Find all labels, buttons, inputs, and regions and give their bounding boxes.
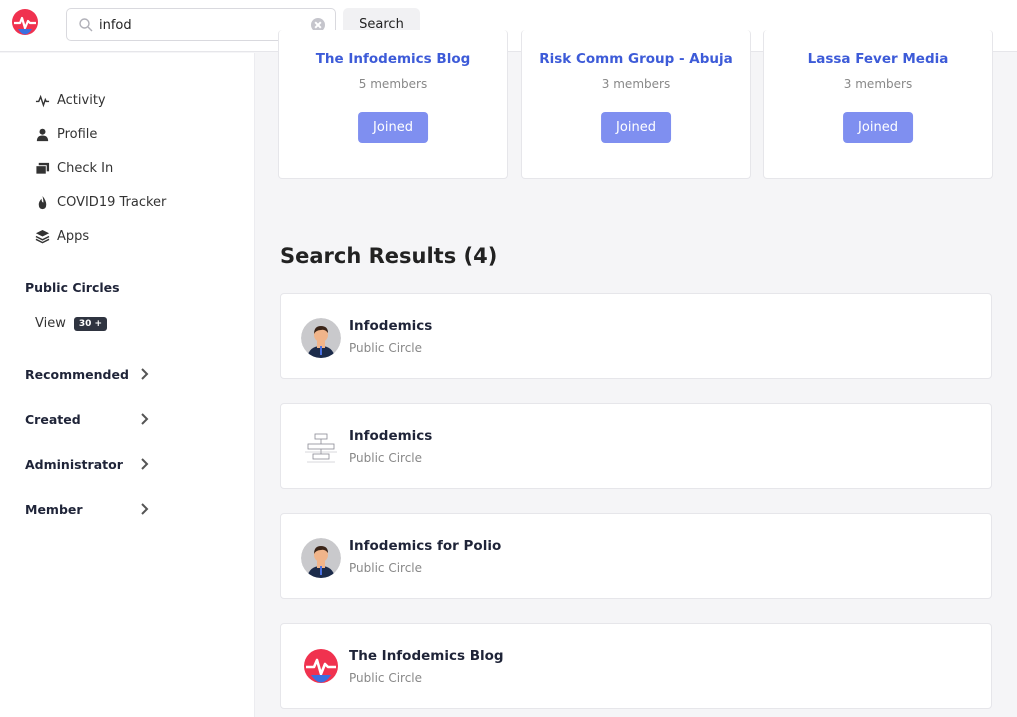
logo-avatar <box>304 649 338 683</box>
chevron-right-icon <box>141 503 149 515</box>
result-name[interactable]: Infodemics <box>349 318 432 334</box>
result-item[interactable]: Infodemics Public Circle <box>280 293 992 379</box>
sidebar-item-activity[interactable]: Activity <box>35 90 106 110</box>
sidebar-item-label: Profile <box>57 126 98 142</box>
section-label: Recommended <box>25 366 129 382</box>
sidebar-item-covid19-tracker[interactable]: COVID19 Tracker <box>35 192 166 212</box>
sidebar-item-label: Check In <box>57 160 114 176</box>
sidebar-item-profile[interactable]: Profile <box>35 124 97 144</box>
search-icon <box>79 18 93 32</box>
joined-button[interactable]: Joined <box>601 112 671 143</box>
sidebar-item-check-in[interactable]: Check In <box>35 158 113 178</box>
result-name[interactable]: Infodemics <box>349 428 432 444</box>
result-item[interactable]: The Infodemics Blog Public Circle <box>280 623 992 709</box>
sidebar-item-label: Activity <box>57 92 106 108</box>
search-results-title: Search Results (4) <box>280 244 498 268</box>
sidebar-item-label: COVID19 Tracker <box>57 194 167 210</box>
layers-icon <box>35 229 50 243</box>
result-name[interactable]: The Infodemics Blog <box>349 648 504 664</box>
result-item[interactable]: Infodemics for Polio Public Circle <box>280 513 992 599</box>
diagram-avatar <box>301 428 341 468</box>
joined-circle-card[interactable]: The Infodemics Blog 5 members Joined <box>278 30 508 179</box>
sidebar: Activity Profile Check In COVID19 Tracke… <box>0 53 255 717</box>
count-badge: 30 + <box>73 316 108 331</box>
section-created[interactable]: Created <box>25 409 150 429</box>
section-administrator[interactable]: Administrator <box>25 454 150 474</box>
result-type: Public Circle <box>349 341 423 355</box>
joined-button[interactable]: Joined <box>358 112 428 143</box>
public-circles-view[interactable]: View 30 + <box>35 316 108 331</box>
section-member[interactable]: Member <box>25 499 150 519</box>
section-label: Administrator <box>25 456 123 472</box>
activity-icon <box>35 94 50 107</box>
section-label: Member <box>25 501 83 517</box>
circle-title[interactable]: Lassa Fever Media <box>764 51 992 67</box>
sidebar-item-label: Apps <box>57 228 90 244</box>
joined-circle-card[interactable]: Risk Comm Group - Abuja 3 members Joined <box>521 30 751 179</box>
person-avatar <box>301 318 341 358</box>
result-type: Public Circle <box>349 671 423 685</box>
chevron-right-icon <box>141 458 149 470</box>
member-count: 3 members <box>601 77 671 91</box>
result-type: Public Circle <box>349 561 423 575</box>
member-count: 3 members <box>843 77 913 91</box>
joined-button[interactable]: Joined <box>843 112 913 143</box>
section-recommended[interactable]: Recommended <box>25 364 150 384</box>
public-circles-title: Public Circles <box>25 280 120 295</box>
member-count: 5 members <box>358 77 428 91</box>
result-name[interactable]: Infodemics for Polio <box>349 538 501 554</box>
circle-title[interactable]: The Infodemics Blog <box>279 51 507 67</box>
search-input[interactable] <box>99 15 299 35</box>
chevron-right-icon <box>141 368 149 380</box>
profile-icon <box>36 128 49 141</box>
sidebar-item-apps[interactable]: Apps <box>35 226 89 246</box>
circle-title[interactable]: Risk Comm Group - Abuja <box>522 51 750 67</box>
result-item[interactable]: Infodemics Public Circle <box>280 403 992 489</box>
chevron-right-icon <box>141 413 149 425</box>
person-avatar <box>301 538 341 578</box>
app-logo[interactable] <box>10 9 40 39</box>
flame-icon <box>38 195 47 209</box>
check-in-icon <box>35 162 50 175</box>
joined-circle-card[interactable]: Lassa Fever Media 3 members Joined <box>763 30 993 179</box>
view-label: View <box>35 316 66 331</box>
section-label: Created <box>25 411 81 427</box>
result-type: Public Circle <box>349 451 423 465</box>
